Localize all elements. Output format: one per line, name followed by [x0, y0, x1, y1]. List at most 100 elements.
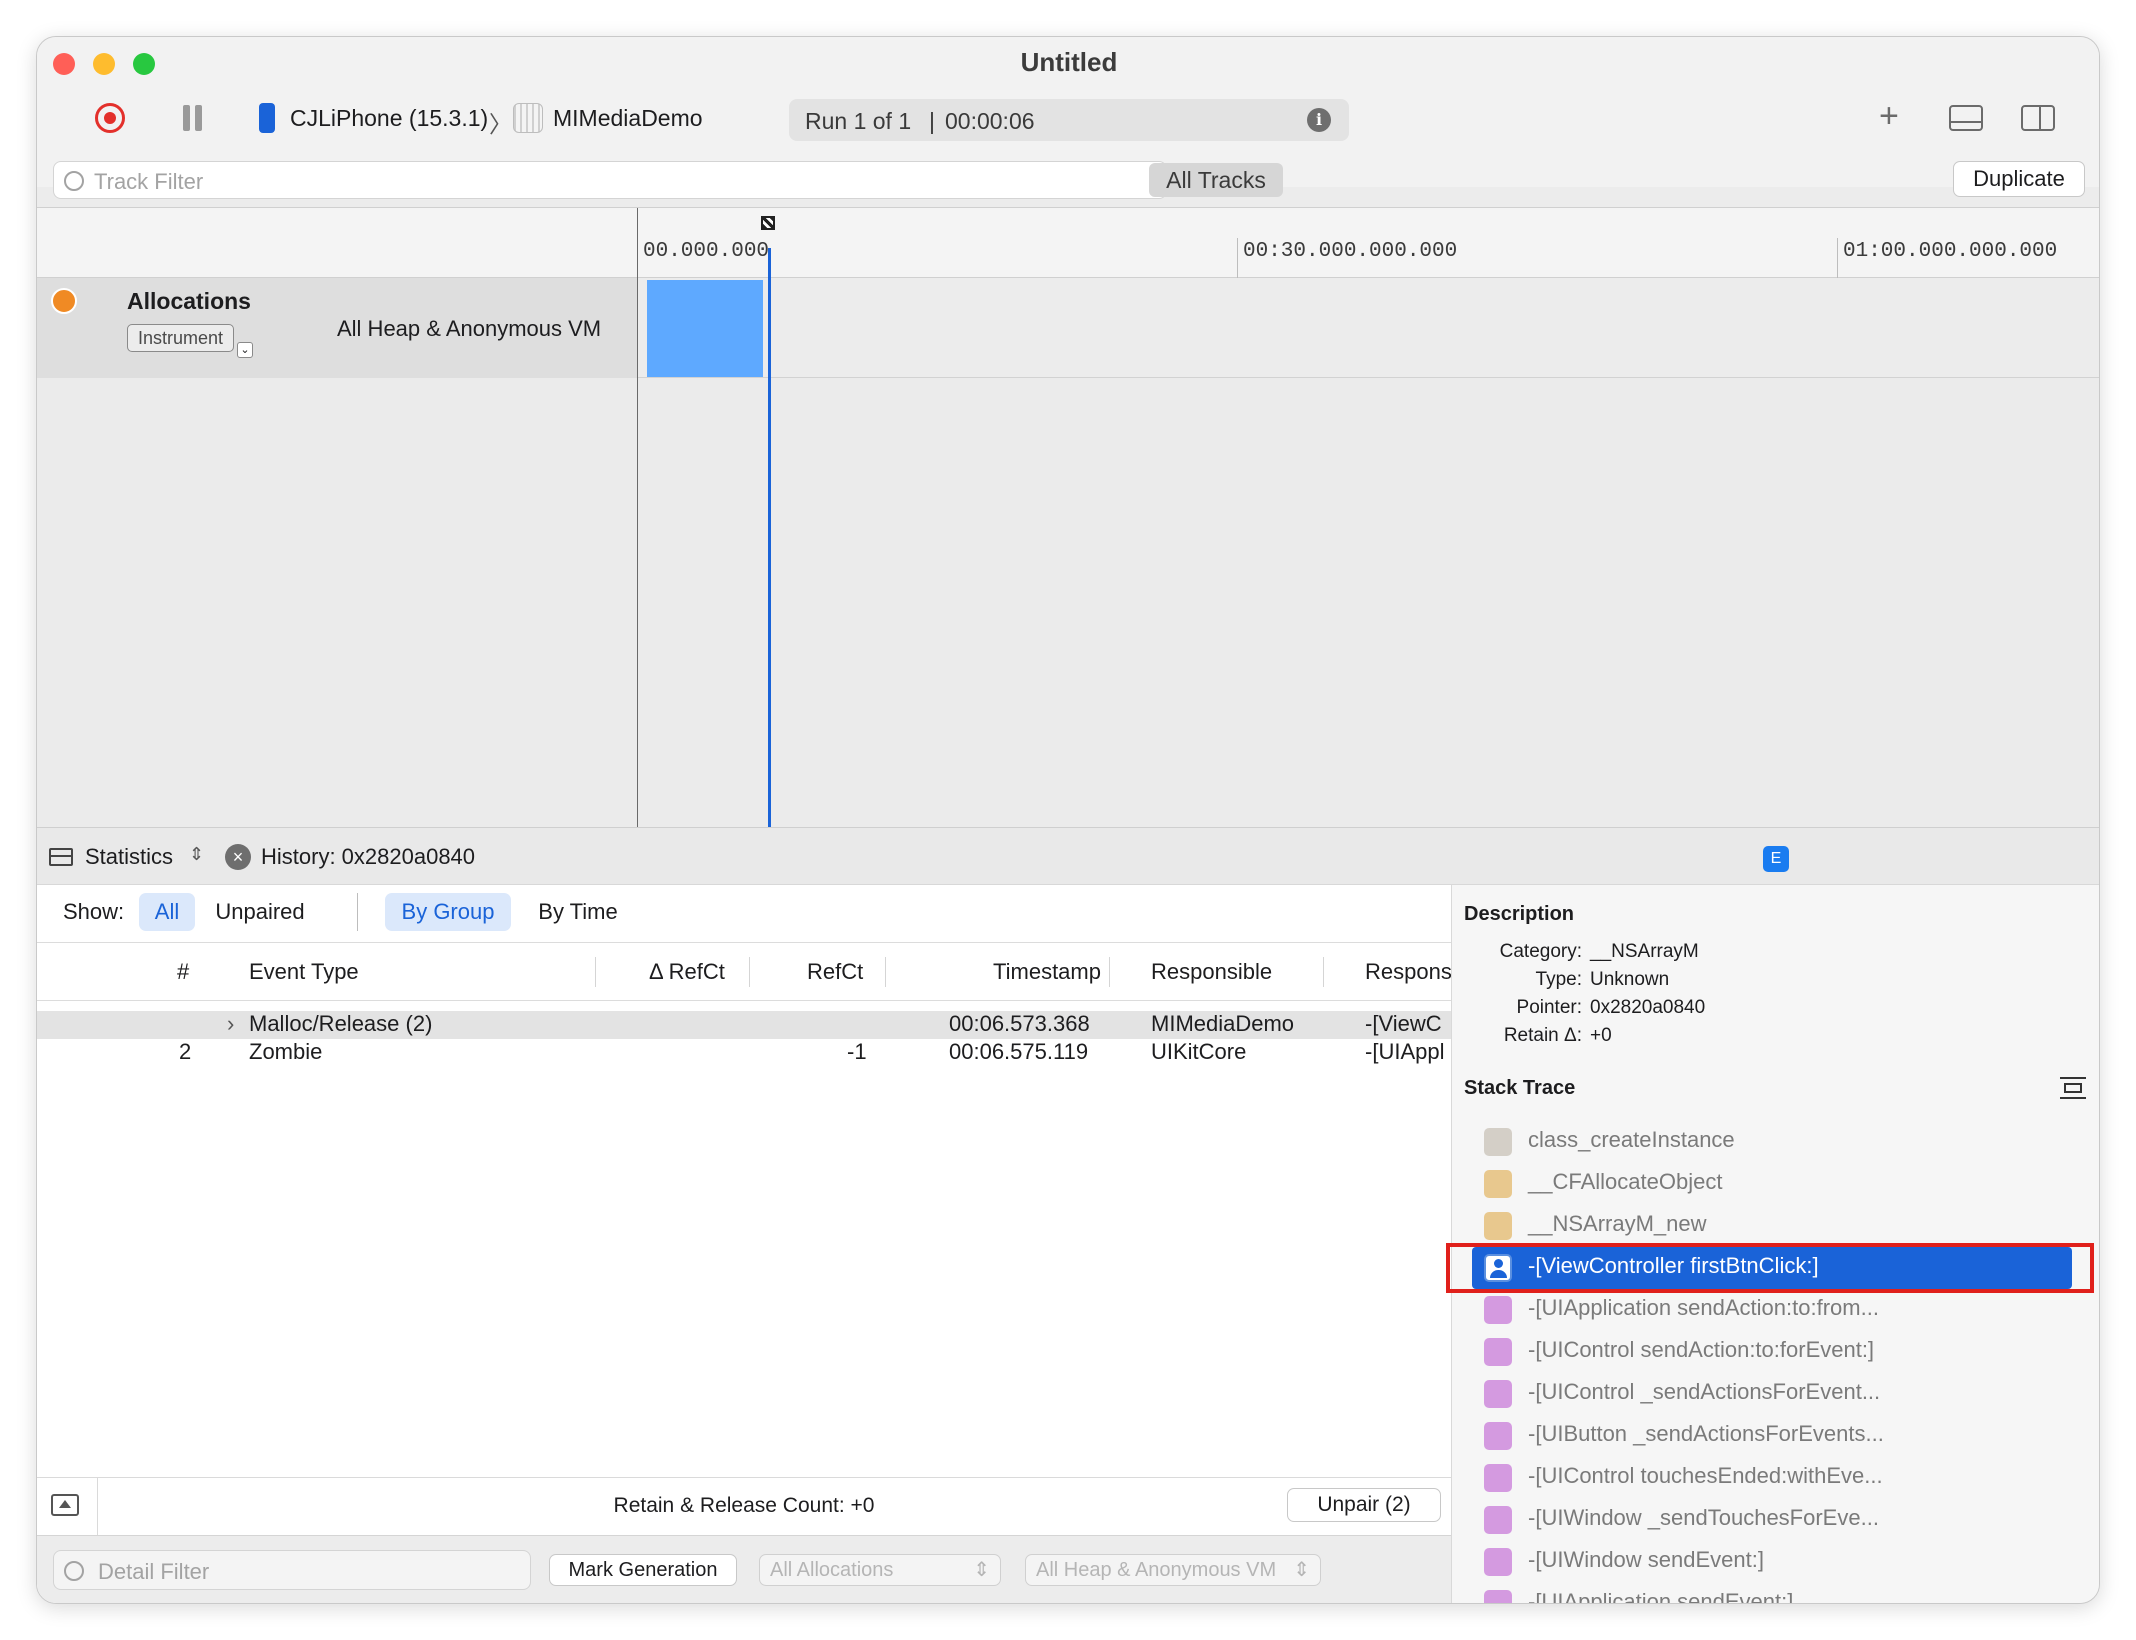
- close-history-icon[interactable]: ×: [225, 844, 251, 870]
- layers-icon: [1484, 1296, 1512, 1324]
- stack-frame[interactable]: -[UIApplication sendAction:to:from...: [1452, 1289, 2099, 1331]
- heap-vm-popup[interactable]: All Heap & Anonymous VM ⇕: [1025, 1554, 1321, 1586]
- by-group-button[interactable]: By Group: [385, 893, 511, 931]
- run-divider: |: [929, 108, 935, 134]
- col-event-type[interactable]: Event Type: [249, 943, 359, 1001]
- app-grid-icon: [513, 103, 543, 133]
- col-delta-refct[interactable]: Δ RefCt: [649, 943, 725, 1001]
- device-selector[interactable]: CJLiPhone (15.3.1): [290, 105, 488, 132]
- flag-marker-icon[interactable]: [761, 216, 775, 230]
- track-header-spacer: [37, 208, 637, 278]
- stack-frame-selected[interactable]: -[ViewController firstBtnClick:]: [1472, 1247, 2072, 1289]
- iphone-icon: [259, 103, 275, 133]
- duplicate-button[interactable]: Duplicate: [1953, 161, 2085, 197]
- table-row[interactable]: › Malloc/Release (2) 00:06.573.368 MIMed…: [37, 1011, 1451, 1039]
- allocation-graph-fill: [647, 280, 763, 378]
- col-timestamp[interactable]: Timestamp: [993, 943, 1101, 1001]
- all-allocations-popup[interactable]: All Allocations ⇕: [759, 1554, 1001, 1586]
- layers-icon: [1484, 1506, 1512, 1534]
- layers-icon: [1484, 1380, 1512, 1408]
- detail-navigation-bar: Statistics ⇕ × History: 0x2820a0840 E: [37, 827, 2099, 885]
- updown-chevron-icon[interactable]: ⇕: [189, 844, 204, 865]
- footer-bar: Detail Filter Mark Generation All Alloca…: [37, 1535, 1451, 1603]
- ruler-tick-0: 00.000.000: [643, 240, 770, 263]
- target-app-selector[interactable]: MIMediaDemo: [553, 105, 703, 132]
- category-value: __NSArrayM: [1590, 941, 1699, 962]
- track-filter-field[interactable]: Track Filter: [53, 161, 1167, 199]
- layers-icon: [1484, 1338, 1512, 1366]
- layers-icon: [1484, 1422, 1512, 1450]
- chevron-down-icon[interactable]: ⌄: [237, 342, 253, 358]
- filter-icon: [64, 171, 84, 191]
- mark-generation-button[interactable]: Mark Generation: [549, 1554, 737, 1586]
- framework-icon: [1484, 1212, 1512, 1240]
- stack-frame[interactable]: -[UIControl sendAction:to:forEvent:]: [1452, 1331, 2099, 1373]
- all-tracks-button[interactable]: All Tracks: [1149, 163, 1283, 197]
- table-icon: [49, 848, 73, 866]
- run-status-pill: Run 1 of 1 | 00:00:06 i: [789, 99, 1349, 141]
- disclosure-chevron-icon[interactable]: ›: [227, 1011, 234, 1037]
- window-title: Untitled: [1020, 47, 1118, 77]
- allocations-track-graph[interactable]: [637, 278, 2099, 378]
- info-icon[interactable]: i: [1307, 108, 1331, 132]
- track-divider: [637, 208, 638, 828]
- show-all-button[interactable]: All: [139, 893, 195, 931]
- table-header: # Event Type Δ RefCt RefCt Timestamp Res…: [37, 943, 1452, 1001]
- show-label: Show:: [63, 899, 125, 924]
- filter-icon: [64, 1561, 84, 1581]
- stack-frame[interactable]: -[UIControl _sendActionsForEvent...: [1452, 1373, 2099, 1415]
- description-heading: Description: [1464, 903, 1575, 925]
- instruments-window: Untitled CJLiPhone (15.3.1) 〉 MIMediaDem…: [36, 36, 2100, 1604]
- col-refct[interactable]: RefCt: [807, 943, 863, 1001]
- ruler-tick-1: 00:30.000.000.000: [1243, 240, 1458, 263]
- breadcrumb-separator: 〉: [489, 111, 512, 137]
- add-instrument-icon[interactable]: +: [1879, 99, 1899, 133]
- run-time: 00:00:06: [945, 108, 1035, 134]
- pause-button[interactable]: [183, 105, 205, 131]
- layers-icon: [1484, 1590, 1512, 1603]
- stack-frame[interactable]: __CFAllocateObject: [1452, 1163, 2099, 1205]
- history-breadcrumb: History: 0x2820a0840: [261, 844, 476, 869]
- playhead[interactable]: [768, 248, 771, 828]
- stack-frame[interactable]: __NSArrayM_new: [1452, 1205, 2099, 1247]
- col-number[interactable]: #: [177, 943, 189, 1001]
- col-responsible-caller[interactable]: Respons: [1365, 943, 1452, 1001]
- unpair-button[interactable]: Unpair (2): [1287, 1488, 1441, 1522]
- extended-detail-inspector: Description Category: __NSArrayM Type: U…: [1446, 885, 2099, 1603]
- stack-frame[interactable]: class_createInstance: [1452, 1121, 2099, 1163]
- toggle-detail-area-icon[interactable]: [1949, 105, 1983, 131]
- stack-frame[interactable]: -[UIControl touchesEnded:withEve...: [1452, 1457, 2099, 1499]
- retain-release-bar: Retain & Release Count: +0 Unpair (2): [37, 1477, 1451, 1536]
- user-icon: [1484, 1254, 1512, 1282]
- table-row[interactable]: 2 Zombie -1 00:06.575.119 UIKitCore -[UI…: [37, 1039, 1451, 1067]
- track-filter-placeholder: Track Filter: [94, 169, 204, 194]
- timeline-area: 00.000.000 00:30.000.000.000 01:00.000.0…: [37, 207, 2099, 828]
- time-ruler[interactable]: 00.000.000 00:30.000.000.000 01:00.000.0…: [637, 208, 2099, 278]
- statistics-selector[interactable]: Statistics: [85, 844, 173, 870]
- stack-frame[interactable]: -[UIWindow _sendTouchesForEve...: [1452, 1499, 2099, 1541]
- instrument-badge[interactable]: Instrument: [127, 324, 235, 352]
- allocations-instrument-icon: [51, 288, 77, 314]
- toggle-inspector-icon[interactable]: [2021, 105, 2055, 131]
- retain-value: +0: [1590, 1025, 1612, 1046]
- extended-detail-badge[interactable]: E: [1763, 846, 1789, 872]
- library-icon: [1484, 1128, 1512, 1156]
- record-button[interactable]: [95, 103, 125, 133]
- col-responsible[interactable]: Responsible: [1151, 943, 1272, 1001]
- track-name: Allocations: [127, 288, 251, 314]
- stack-frame[interactable]: -[UIWindow sendEvent:]: [1452, 1541, 2099, 1583]
- show-unpaired-button[interactable]: Unpaired: [207, 893, 313, 931]
- pointer-value: 0x2820a0840: [1590, 997, 1706, 1018]
- toolbar: Untitled CJLiPhone (15.3.1) 〉 MIMediaDem…: [37, 37, 2099, 199]
- retain-release-count: Retain & Release Count: +0: [613, 1494, 875, 1517]
- stack-frame[interactable]: -[UIApplication sendEvent:]: [1452, 1583, 2099, 1603]
- updown-chevron-icon: ⇕: [973, 1559, 990, 1581]
- stack-trace-heading: Stack Trace: [1464, 1077, 1576, 1099]
- stack-frame[interactable]: -[UIButton _sendActionsForEvents...: [1452, 1415, 2099, 1457]
- layers-icon: [1484, 1464, 1512, 1492]
- ruler-tick-2: 01:00.000.000.000: [1843, 240, 2058, 263]
- track-subtitle: All Heap & Anonymous VM: [337, 316, 602, 341]
- stack-trace-options-icon[interactable]: [2060, 1075, 2086, 1101]
- by-time-button[interactable]: By Time: [523, 893, 633, 931]
- detail-filter-field[interactable]: Detail Filter: [53, 1550, 531, 1590]
